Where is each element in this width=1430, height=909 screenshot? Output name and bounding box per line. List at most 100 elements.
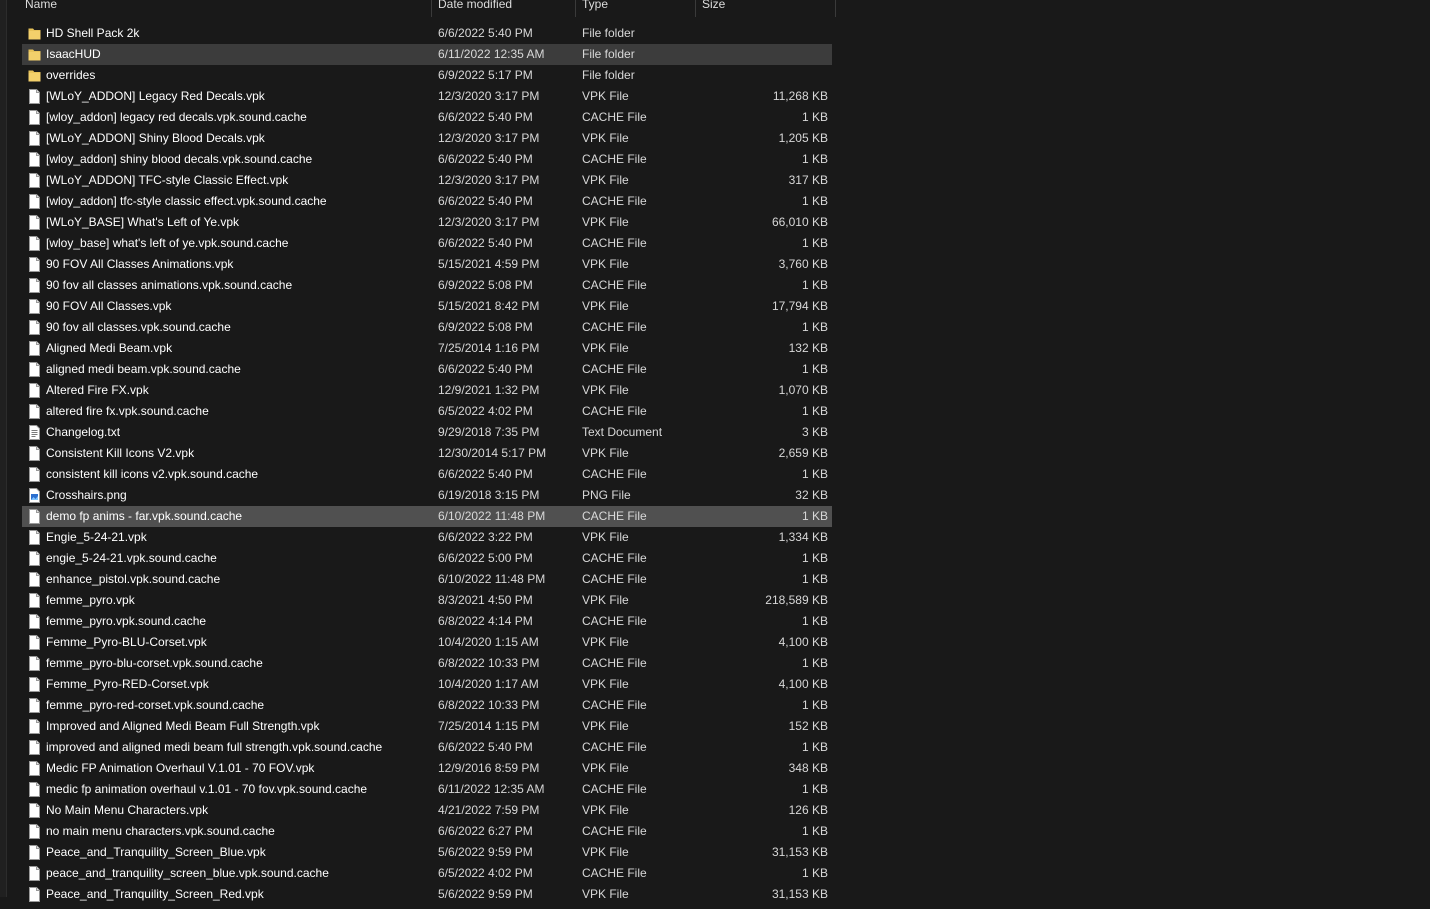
column-header-size[interactable]: Size [696,0,836,17]
file-row[interactable]: enhance_pistol.vpk.sound.cache 6/10/2022 … [22,569,832,590]
file-name: [wloy_base] what's left of ye.vpk.sound.… [46,236,289,250]
file-icon [28,761,41,776]
file-size: 1 KB [801,698,828,712]
file-type: VPK File [582,761,629,775]
file-date-modified: 10/4/2020 1:15 AM [438,635,539,649]
file-row[interactable]: Crosshairs.png 6/19/2018 3:15 PM PNG File 3… [22,485,832,506]
file-date-modified: 6/6/2022 5:40 PM [438,194,533,208]
column-header-type[interactable]: Type [576,0,696,17]
file-row[interactable]: 90 FOV All Classes Animations.vpk 5/15/20… [22,254,832,275]
file-row[interactable]: [wloy_addon] tfc-style classic effect.vp… [22,191,832,212]
file-row[interactable]: overrides 6/9/2022 5:17 PM File folder [22,65,832,86]
file-row[interactable]: [WLoY_ADDON] Legacy Red Decals.vpk 12/3/2… [22,86,832,107]
file-icon [28,89,41,104]
file-row[interactable]: [wloy_base] what's left of ye.vpk.sound.… [22,233,832,254]
file-row[interactable]: Peace_and_Tranquility_Screen_Blue.vpk 5/6… [22,842,832,863]
file-row[interactable]: femme_pyro.vpk.sound.cache 6/8/2022 4:14 … [22,611,832,632]
file-date-modified: 12/3/2020 3:17 PM [438,173,540,187]
file-row[interactable]: Femme_Pyro-RED-Corset.vpk 10/4/2020 1:17 … [22,674,832,695]
file-date-modified: 6/6/2022 5:00 PM [438,551,533,565]
file-name: Improved and Aligned Medi Beam Full Stre… [46,719,320,733]
file-type: CACHE File [582,572,647,586]
file-row[interactable]: medic fp animation overhaul v.1.01 - 70 … [22,779,832,800]
file-row[interactable]: No Main Menu Characters.vpk 4/21/2022 7:5… [22,800,832,821]
file-type: File folder [582,68,635,82]
file-row[interactable]: [WLoY_ADDON] TFC-style Classic Effect.vp… [22,170,832,191]
file-type: Text Document [582,425,663,439]
file-row[interactable]: Changelog.txt 9/29/2018 7:35 PM Text Docum… [22,422,832,443]
file-row[interactable]: femme_pyro-blu-corset.vpk.sound.cache 6/8… [22,653,832,674]
file-row[interactable]: HD Shell Pack 2k 6/6/2022 5:40 PM File fol… [22,23,832,44]
file-row[interactable]: Femme_Pyro-BLU-Corset.vpk 10/4/2020 1:15 … [22,632,832,653]
file-row[interactable]: [wloy_addon] shiny blood decals.vpk.soun… [22,149,832,170]
file-type: VPK File [582,215,629,229]
file-type: CACHE File [582,467,647,481]
file-name: Altered Fire FX.vpk [46,383,149,397]
file-date-modified: 5/6/2022 9:59 PM [438,845,533,859]
file-icon [28,404,41,419]
file-date-modified: 12/30/2014 5:17 PM [438,446,547,460]
file-name: 90 fov all classes.vpk.sound.cache [46,320,231,334]
file-name: Crosshairs.png [46,488,127,502]
file-row[interactable]: IsaacHUD 6/11/2022 12:35 AM File folder [22,44,832,65]
file-date-modified: 9/29/2018 7:35 PM [438,425,540,439]
file-row[interactable]: Medic FP Animation Overhaul V.1.01 - 70 … [22,758,832,779]
folder-icon [28,68,41,83]
column-header-date-modified[interactable]: Date modified [432,0,576,17]
file-icon [28,257,41,272]
file-type: VPK File [582,635,629,649]
file-icon [28,110,41,125]
file-size: 1 KB [801,320,828,334]
file-icon [28,614,41,629]
file-name: peace_and_tranquility_screen_blue.vpk.so… [46,866,329,880]
file-icon [28,572,41,587]
file-date-modified: 7/25/2014 1:15 PM [438,719,540,733]
file-row[interactable]: consistent kill icons v2.vpk.sound.cache… [22,464,832,485]
file-icon [28,593,41,608]
file-row[interactable]: altered fire fx.vpk.sound.cache 6/5/2022 … [22,401,832,422]
file-name: IsaacHUD [46,47,101,61]
file-type: VPK File [582,383,629,397]
file-date-modified: 6/6/2022 5:40 PM [438,26,533,40]
file-row[interactable]: improved and aligned medi beam full stre… [22,737,832,758]
file-row[interactable]: [WLoY_ADDON] Shiny Blood Decals.vpk 12/3/… [22,128,832,149]
file-date-modified: 12/9/2016 8:59 PM [438,761,540,775]
column-header: Name Date modified Type Size [0,0,836,17]
file-row[interactable]: Consistent Kill Icons V2.vpk 12/30/2014 5… [22,443,832,464]
file-row[interactable]: 90 fov all classes animations.vpk.sound.… [22,275,832,296]
file-row[interactable]: Aligned Medi Beam.vpk 7/25/2014 1:16 PM VP… [22,338,832,359]
file-date-modified: 12/3/2020 3:17 PM [438,89,540,103]
file-row[interactable]: Altered Fire FX.vpk 12/9/2021 1:32 PM VPK … [22,380,832,401]
image-file-icon [28,488,41,503]
file-row[interactable]: demo fp anims - far.vpk.sound.cache 6/10/… [22,506,832,527]
file-row[interactable]: Peace_and_Tranquility_Screen_Red.vpk 5/6/… [22,884,832,905]
file-type: VPK File [582,89,629,103]
file-type: CACHE File [582,362,647,376]
file-row[interactable]: [WLoY_BASE] What's Left of Ye.vpk 12/3/20… [22,212,832,233]
file-row[interactable]: Engie_5-24-21.vpk 6/6/2022 3:22 PM VPK Fil… [22,527,832,548]
file-date-modified: 12/9/2021 1:32 PM [438,383,540,397]
file-type: CACHE File [582,320,647,334]
file-row[interactable]: 90 FOV All Classes.vpk 5/15/2021 8:42 PM V… [22,296,832,317]
file-size: 3,760 KB [778,257,828,271]
file-icon [28,803,41,818]
file-row[interactable]: femme_pyro-red-corset.vpk.sound.cache 6/8… [22,695,832,716]
file-date-modified: 6/6/2022 6:27 PM [438,824,533,838]
file-row[interactable]: femme_pyro.vpk 8/3/2021 4:50 PM VPK File 21… [22,590,832,611]
file-name: [WLoY_ADDON] Legacy Red Decals.vpk [46,89,265,103]
file-type: CACHE File [582,740,647,754]
file-row[interactable]: engie_5-24-21.vpk.sound.cache 6/6/2022 5:… [22,548,832,569]
file-row[interactable]: peace_and_tranquility_screen_blue.vpk.so… [22,863,832,884]
file-row[interactable]: no main menu characters.vpk.sound.cache 6… [22,821,832,842]
file-type: CACHE File [582,656,647,670]
file-type: VPK File [582,446,629,460]
file-date-modified: 5/6/2022 9:59 PM [438,887,533,901]
file-icon [28,278,41,293]
file-row[interactable]: Improved and Aligned Medi Beam Full Stre… [22,716,832,737]
file-row[interactable]: 90 fov all classes.vpk.sound.cache 6/9/20… [22,317,832,338]
file-name: [WLoY_ADDON] TFC-style Classic Effect.vp… [46,173,289,187]
file-size: 126 KB [788,803,828,817]
file-row[interactable]: aligned medi beam.vpk.sound.cache 6/6/202… [22,359,832,380]
column-header-name[interactable]: Name [19,0,432,17]
file-row[interactable]: [wloy_addon] legacy red decals.vpk.sound… [22,107,832,128]
